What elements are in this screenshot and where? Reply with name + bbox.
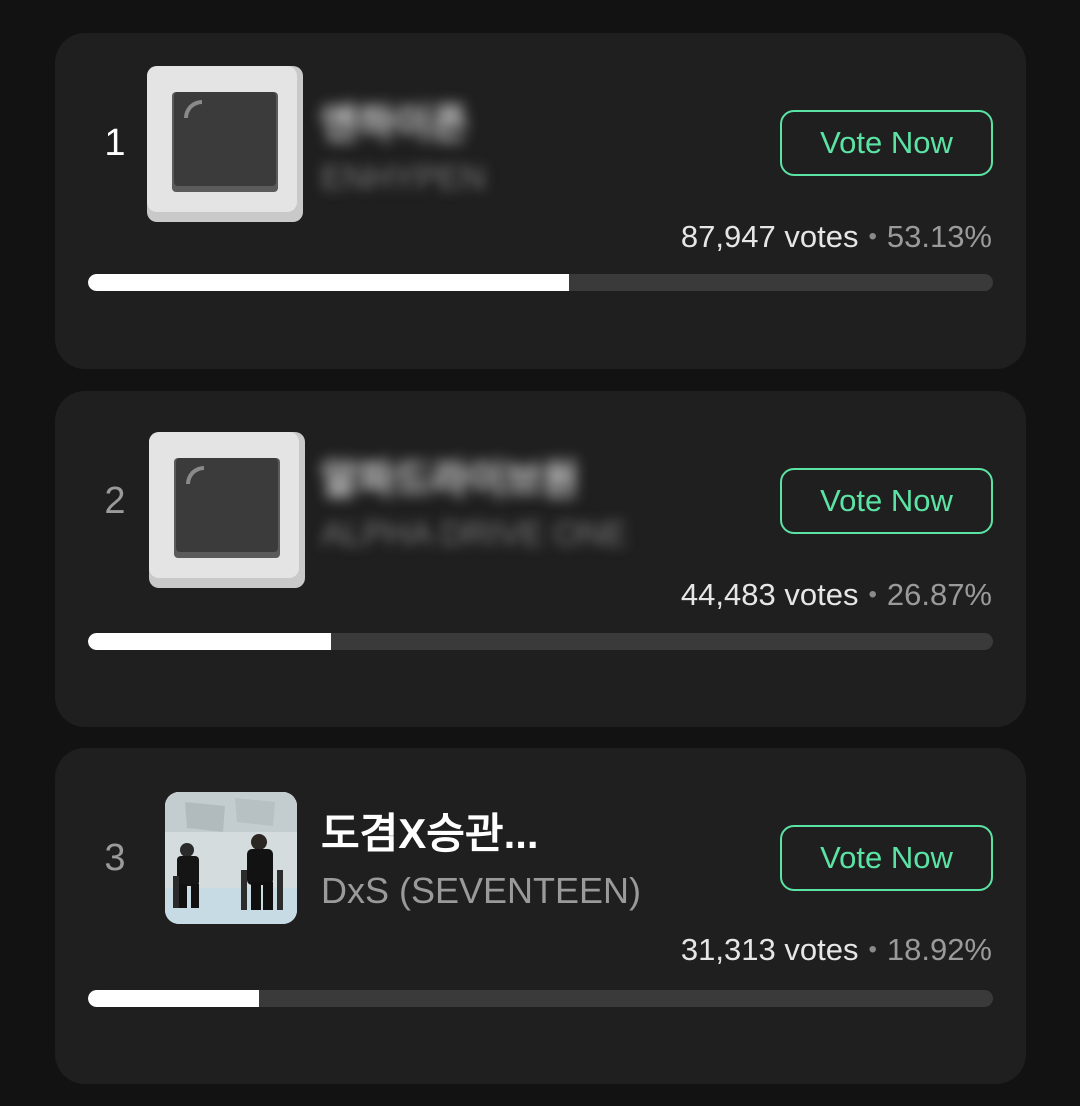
ranking-card-1: 1 엔하이픈 ENHYPEN Vote Now 87,947 votes • 53.… [55,33,1026,369]
placeholder-image-icon [149,432,305,588]
vote-progress-bar [88,633,993,650]
ranking-card-3: 3 도겸X승관... DxS (SEVENTEEN) Vote Now 31,3… [55,748,1026,1084]
artist-name: ENHYPEN [321,159,486,197]
vote-count: 44,483 votes [680,577,859,612]
song-title: 도겸X승관... [321,810,539,857]
progress-fill [88,274,569,291]
vote-stats: 31,313 votes • 18.92% [681,932,992,968]
vote-now-button[interactable]: Vote Now [780,468,993,534]
vote-progress-bar [88,274,993,291]
rank-number: 3 [104,837,126,879]
separator-dot: • [868,223,877,250]
album-artwork [165,792,297,924]
vote-count: 87,947 votes [680,219,859,254]
vote-stats: 87,947 votes • 53.13% [681,219,992,255]
progress-fill [88,990,260,1007]
vote-stats: 44,483 votes • 26.87% [681,577,992,613]
vote-progress-bar [88,990,993,1007]
vote-now-button[interactable]: Vote Now [780,825,993,891]
ranking-card-2: 2 알파드라이브원 ALPHA DRIVE ONE Vote Now 44,48… [55,391,1026,727]
placeholder-image-icon [147,66,303,222]
vote-now-button[interactable]: Vote Now [780,110,993,176]
vote-count: 31,313 votes [680,932,859,967]
vote-ranking-list: 1 엔하이픈 ENHYPEN Vote Now 87,947 votes • 53.… [0,0,1080,1106]
rank-number: 2 [104,480,126,522]
song-title: 엔하이픈 [321,102,469,146]
rank-number: 1 [104,122,126,164]
progress-fill [88,633,332,650]
song-title: 알파드라이브원 [321,458,579,502]
separator-dot: • [868,936,877,963]
vote-percentage: 26.87% [886,577,992,612]
vote-percentage: 53.13% [886,219,992,254]
artist-name: DxS (SEVENTEEN) [321,870,642,911]
album-photo-image [165,792,297,924]
vote-percentage: 18.92% [886,932,992,967]
artist-name: ALPHA DRIVE ONE [321,515,628,553]
separator-dot: • [868,581,877,608]
